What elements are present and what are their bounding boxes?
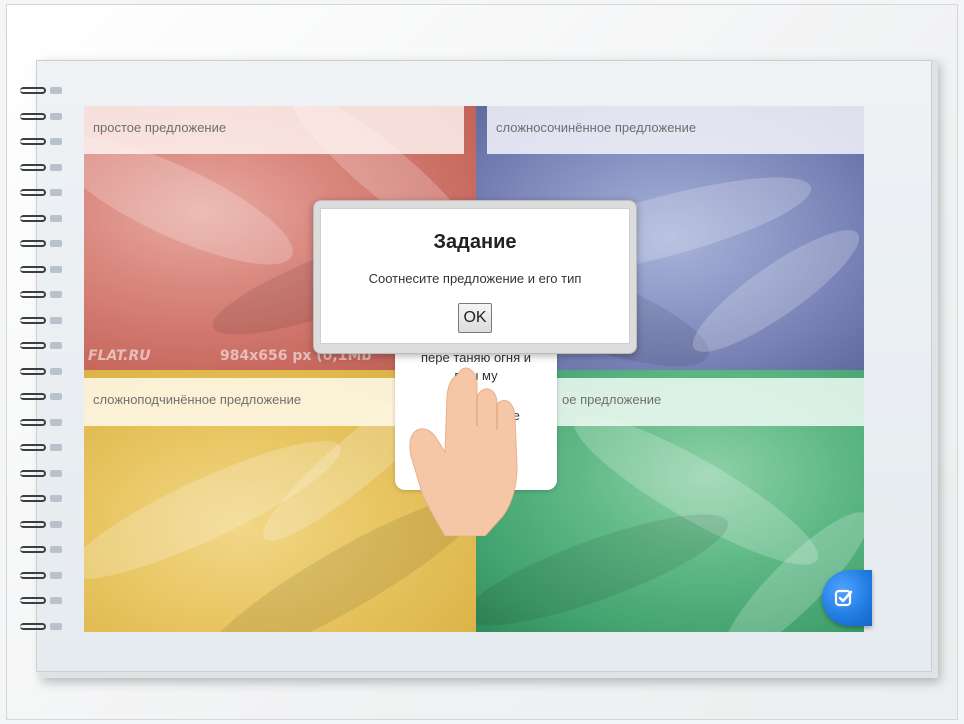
spiral-coil	[20, 367, 68, 377]
spiral-coil	[20, 443, 68, 453]
coil-wire	[20, 189, 46, 196]
quadrant-label-top-left: простое предложение	[84, 106, 464, 154]
spiral-coil	[20, 571, 68, 581]
coil-wire	[20, 163, 46, 171]
binding-hole	[50, 444, 62, 451]
coil-wire	[20, 571, 46, 579]
binding-hole	[50, 469, 62, 477]
binding-hole	[50, 597, 62, 604]
binding-hole	[50, 163, 62, 171]
coil-wire	[20, 393, 46, 400]
binding-hole	[50, 520, 62, 528]
spiral-coil	[20, 494, 68, 504]
spiral-coil	[20, 214, 68, 224]
coil-wire	[20, 291, 46, 298]
coil-wire	[20, 546, 46, 553]
coil-wire	[20, 622, 46, 630]
coil-wire	[20, 418, 46, 426]
spiral-coil	[20, 265, 68, 275]
binding-hole	[50, 418, 62, 426]
task-dialog: Задание Соотнесите предложение и его тип…	[320, 208, 630, 344]
binding-hole	[50, 342, 62, 349]
coil-wire	[20, 265, 46, 273]
coil-wire	[20, 87, 46, 94]
binding-hole	[50, 622, 62, 630]
coil-wire	[20, 138, 46, 145]
coil-wire	[20, 214, 46, 222]
check-answer-button[interactable]	[822, 570, 872, 626]
binding-hole	[50, 546, 62, 553]
coil-wire	[20, 495, 46, 502]
spiral-coil	[20, 112, 68, 122]
binding-hole	[50, 265, 62, 273]
coil-wire	[20, 342, 46, 349]
spiral-binding	[20, 86, 70, 656]
spiral-coil	[20, 392, 68, 402]
binding-hole	[50, 495, 62, 502]
coil-wire	[20, 112, 46, 120]
binding-hole	[50, 214, 62, 222]
binding-hole	[50, 291, 62, 298]
quadrant-label-top-right: сложносочинённое предложение	[487, 106, 864, 154]
coil-wire	[20, 597, 46, 604]
binding-hole	[50, 138, 62, 145]
binding-hole	[50, 367, 62, 375]
checkbox-check-icon	[834, 589, 853, 607]
spiral-coil	[20, 520, 68, 530]
dialog-message: Соотнесите предложение и его тип	[368, 271, 582, 286]
coil-wire	[20, 520, 46, 528]
watermark-left: FLAT.RU	[88, 348, 151, 364]
spiral-coil	[20, 188, 68, 198]
spiral-coil	[20, 163, 68, 173]
coil-wire	[20, 444, 46, 451]
spiral-coil	[20, 418, 68, 428]
spiral-coil	[20, 86, 68, 96]
coil-wire	[20, 367, 46, 375]
spiral-coil	[20, 596, 68, 606]
spiral-coil	[20, 545, 68, 555]
spiral-coil	[20, 469, 68, 479]
spiral-coil	[20, 341, 68, 351]
spiral-coil	[20, 290, 68, 300]
spiral-coil	[20, 622, 68, 632]
spiral-coil	[20, 239, 68, 249]
binding-hole	[50, 87, 62, 94]
binding-hole	[50, 393, 62, 400]
pointing-hand-icon	[409, 367, 518, 536]
coil-wire	[20, 316, 46, 324]
spiral-coil	[20, 137, 68, 147]
binding-hole	[50, 316, 62, 324]
spiral-coil	[20, 316, 68, 326]
dialog-title: Задание	[433, 231, 517, 253]
binding-hole	[50, 112, 62, 120]
coil-wire	[20, 240, 46, 247]
coil-wire	[20, 469, 46, 477]
ok-button[interactable]: OK	[458, 303, 492, 333]
binding-hole	[50, 240, 62, 247]
binding-hole	[50, 189, 62, 196]
binding-hole	[50, 571, 62, 579]
